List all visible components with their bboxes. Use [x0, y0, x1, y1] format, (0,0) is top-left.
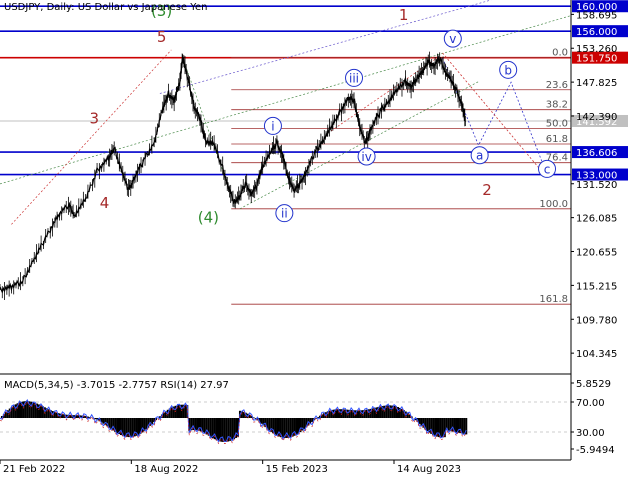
y-tick-label: 147.825 — [576, 78, 617, 89]
macd-tick-label: 30.00 — [576, 428, 605, 439]
circled-wave-label: c — [544, 162, 551, 176]
price-level-label: 151.750 — [576, 54, 617, 65]
y-tick-label: 126.085 — [576, 214, 617, 225]
fib-label: 0.0 — [552, 48, 568, 59]
circled-wave-label: ii — [281, 207, 288, 221]
circled-wave-label: i — [271, 119, 274, 133]
x-tick-label: 15 Feb 2023 — [266, 464, 328, 475]
macd-tick-label: 5.8529 — [576, 379, 611, 390]
y-tick-label: 158.695 — [576, 10, 617, 21]
chart-window: 160.000 156.000 151.750 141.592 136.606 133.0… — [0, 0, 640, 480]
fib-label: 50.0 — [546, 118, 568, 129]
y-tick-label: 120.655 — [576, 247, 617, 258]
macd-tick-label: 70.00 — [576, 398, 605, 409]
circled-wave-label: b — [504, 63, 512, 77]
y-tick-label: 115.215 — [576, 281, 617, 292]
fib-label: 23.6 — [546, 80, 568, 91]
circled-wave-label: v — [449, 32, 456, 46]
circled-wave-label: iv — [361, 150, 371, 164]
circled-wave-label: iii — [349, 71, 359, 85]
fib-label: 161.8 — [539, 294, 568, 305]
y-tick-label: 131.520 — [576, 180, 617, 191]
wave-label: 5 — [157, 28, 167, 46]
x-tick-label: 14 Aug 2023 — [397, 464, 461, 475]
chart-header: USDJPY, Daily: US Dollar vs Japanese Yen — [4, 2, 208, 13]
wave-label: 2 — [482, 181, 492, 199]
price-level-label: 156.000 — [576, 27, 617, 38]
x-tick-label: 18 Aug 2022 — [134, 464, 198, 475]
y-tick-label: 109.780 — [576, 315, 617, 326]
wave-label: (4) — [198, 209, 219, 227]
fib-label: 38.2 — [546, 100, 568, 111]
circled-wave-label: a — [476, 149, 483, 163]
y-tick-label: 142.390 — [576, 112, 617, 123]
macd-header: MACD(5,34,5) -3.7015 -2.7757 RSI(14) 27.… — [4, 380, 229, 391]
macd-tick-label: -5.9494 — [576, 445, 615, 456]
y-tick-label: 153.260 — [576, 44, 617, 55]
wave-label: 3 — [89, 109, 99, 127]
wave-label: 1 — [399, 6, 409, 24]
wave-label: 4 — [100, 194, 110, 212]
price-chart: 160.000156.000151.750141.592136.606133.0… — [0, 0, 640, 480]
price-level-label: 136.606 — [576, 148, 617, 159]
x-tick-label: 21 Feb 2022 — [3, 464, 65, 475]
fib-label: 61.8 — [546, 134, 568, 145]
y-tick-label: 104.345 — [576, 349, 617, 360]
fib-label: 100.0 — [539, 199, 568, 210]
